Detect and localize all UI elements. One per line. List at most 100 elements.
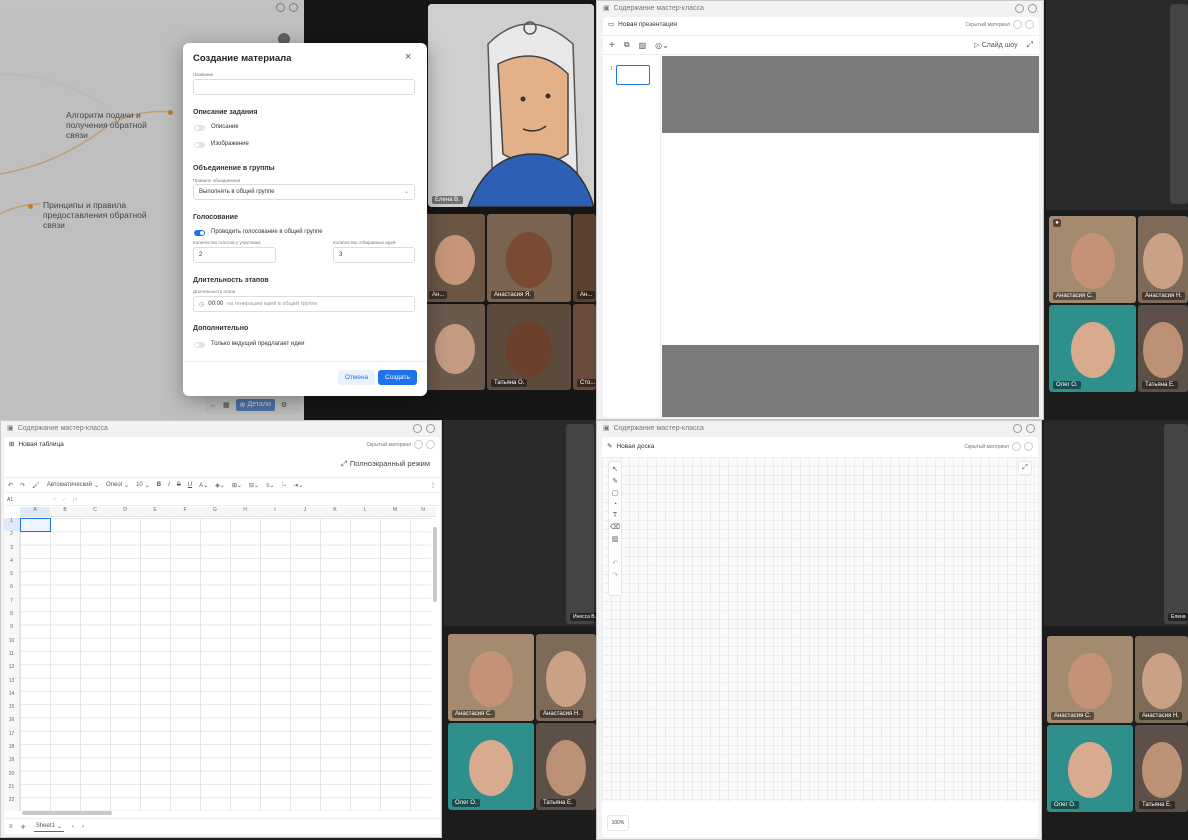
participant-tile[interactable]: Ан... xyxy=(425,214,485,302)
row-header[interactable]: 3 xyxy=(4,545,19,558)
column-header[interactable]: H xyxy=(230,507,260,516)
pen-tool-icon[interactable]: ✎ xyxy=(612,477,618,485)
row-header[interactable]: 22 xyxy=(4,797,19,810)
leader-only-toggle[interactable] xyxy=(194,342,205,348)
participant-tile[interactable]: Анастасия Н. xyxy=(1138,216,1188,303)
participant-tile[interactable]: Анастасия Я. xyxy=(487,214,571,302)
align-icon[interactable]: ≡⌄ xyxy=(266,482,275,489)
participant-tile[interactable]: Олег О. xyxy=(1047,725,1133,812)
close-icon[interactable] xyxy=(1028,3,1037,13)
next-sheet-icon[interactable]: › xyxy=(82,824,84,830)
minimize-icon[interactable] xyxy=(413,423,422,433)
eye-off-icon[interactable] xyxy=(414,440,423,449)
row-header[interactable]: 13 xyxy=(4,678,19,691)
participant-tile[interactable] xyxy=(425,304,485,390)
shapes-icon[interactable]: ◎⌄ xyxy=(655,41,669,50)
function-icon[interactable]: ƒx xyxy=(72,497,77,503)
add-slide-icon[interactable]: + xyxy=(609,40,615,51)
row-header[interactable]: 10 xyxy=(4,638,19,651)
slide-canvas[interactable] xyxy=(662,133,1039,345)
participant-tile[interactable]: Анастасия Н. xyxy=(536,634,596,721)
row-header[interactable]: 18 xyxy=(4,744,19,757)
redo-icon[interactable]: ↷ xyxy=(20,482,25,489)
participant-tile[interactable]: Татьяна Е. xyxy=(1135,725,1188,812)
column-header[interactable]: A xyxy=(20,507,50,516)
cancel-icon[interactable]: × xyxy=(53,497,56,503)
participant-tile[interactable]: Олег О. xyxy=(448,723,534,810)
bold-icon[interactable]: B xyxy=(157,482,161,488)
voting-toggle[interactable] xyxy=(194,230,205,236)
description-toggle[interactable] xyxy=(194,125,205,131)
eraser-tool-icon[interactable]: ⌫ xyxy=(610,523,620,531)
borders-icon[interactable]: ⊞⌄ xyxy=(232,482,242,489)
undo-icon[interactable]: ↶ xyxy=(612,559,618,567)
image-tool-icon[interactable]: ▨ xyxy=(612,535,619,543)
row-header[interactable]: 21 xyxy=(4,784,19,797)
row-header[interactable]: 17 xyxy=(4,731,19,744)
italic-icon[interactable]: I xyxy=(168,482,170,488)
image-toggle[interactable] xyxy=(194,142,205,148)
redo-icon[interactable]: ↷ xyxy=(612,571,618,579)
votes-input[interactable]: 2 xyxy=(193,247,276,263)
paint-format-icon[interactable]: 🖌 xyxy=(32,482,40,489)
name-input[interactable] xyxy=(193,79,415,95)
cancel-button[interactable]: Отмена xyxy=(338,370,375,385)
column-header[interactable]: M xyxy=(380,507,410,516)
text-color-icon[interactable]: A⌄ xyxy=(199,482,208,489)
slide-thumbnail[interactable] xyxy=(616,65,650,85)
fullscreen-icon[interactable]: ⤢ xyxy=(1018,461,1032,475)
horizontal-scrollbar[interactable] xyxy=(22,811,112,815)
column-header[interactable]: N xyxy=(410,507,436,516)
row-header[interactable]: 20 xyxy=(4,771,19,784)
row-header[interactable]: 4 xyxy=(4,558,19,571)
zoom-level[interactable]: 100% xyxy=(607,815,629,831)
column-header[interactable]: F xyxy=(170,507,200,516)
vertical-scrollbar[interactable] xyxy=(433,527,437,602)
row-header[interactable]: 11 xyxy=(4,651,19,664)
image-icon[interactable]: ▨ xyxy=(639,41,647,50)
column-header[interactable]: G xyxy=(200,507,230,516)
duration-input[interactable]: ◷ 00:00 на генерацию идей в общей группе xyxy=(193,296,415,312)
row-header[interactable]: 5 xyxy=(4,571,19,584)
text-tool-icon[interactable]: T xyxy=(613,512,617,519)
row-header[interactable]: 8 xyxy=(4,611,19,624)
participant-tile[interactable]: Анастасия С. xyxy=(448,634,534,721)
column-header[interactable]: J xyxy=(290,507,320,516)
column-header[interactable]: C xyxy=(80,507,110,516)
undo-icon[interactable]: ↶ xyxy=(8,482,13,489)
close-icon[interactable] xyxy=(426,423,435,433)
participant-tile[interactable]: Татьяна Е. xyxy=(1138,305,1188,392)
row-header[interactable]: 19 xyxy=(4,757,19,770)
row-header[interactable]: 16 xyxy=(4,717,19,730)
merge-icon[interactable]: ⊟⌄ xyxy=(249,482,259,489)
wrap-icon[interactable]: ⇥⌄ xyxy=(293,482,303,489)
fullscreen-button[interactable]: ⤢ Полноэкранный режим xyxy=(341,459,430,469)
slideshow-button[interactable]: ▷ Слайд шоу xyxy=(974,41,1017,50)
minimize-icon[interactable] xyxy=(1013,423,1022,433)
ideas-input[interactable]: 3 xyxy=(333,247,415,263)
fill-color-icon[interactable]: ◈⌄ xyxy=(215,482,225,489)
participant-tile[interactable]: Татьяна О. xyxy=(487,304,571,390)
participant-tile[interactable]: Анастасия Н. xyxy=(1135,636,1188,723)
underline-icon[interactable]: U xyxy=(188,482,192,488)
participant-tile[interactable]: Ан... xyxy=(573,214,596,302)
confirm-icon[interactable]: ✓ xyxy=(62,497,66,503)
close-icon[interactable] xyxy=(1026,423,1035,433)
column-header[interactable]: K xyxy=(320,507,350,516)
expand-icon[interactable]: ⤢ xyxy=(1027,40,1033,50)
row-header[interactable]: 6 xyxy=(4,584,19,597)
participant-tile[interactable]: Татьяна Е. xyxy=(536,723,596,810)
row-header[interactable]: 15 xyxy=(4,704,19,717)
row-header[interactable]: 14 xyxy=(4,691,19,704)
cell-grid[interactable] xyxy=(20,518,431,811)
row-header[interactable]: 2 xyxy=(4,531,19,544)
font-select[interactable]: Oneol ⌄ xyxy=(106,482,129,489)
strikethrough-icon[interactable]: S xyxy=(177,482,181,488)
sheets-menu-icon[interactable]: ≡ xyxy=(9,824,13,830)
create-button[interactable]: Создать xyxy=(378,370,417,385)
participant-tile[interactable]: Анастасия С. xyxy=(1047,636,1133,723)
sheet-tab[interactable]: Sheet1 ⌄ xyxy=(33,822,64,832)
row-header[interactable]: 1 xyxy=(4,518,19,532)
more-icon[interactable] xyxy=(1025,20,1034,29)
add-sheet-icon[interactable]: + xyxy=(21,822,26,832)
